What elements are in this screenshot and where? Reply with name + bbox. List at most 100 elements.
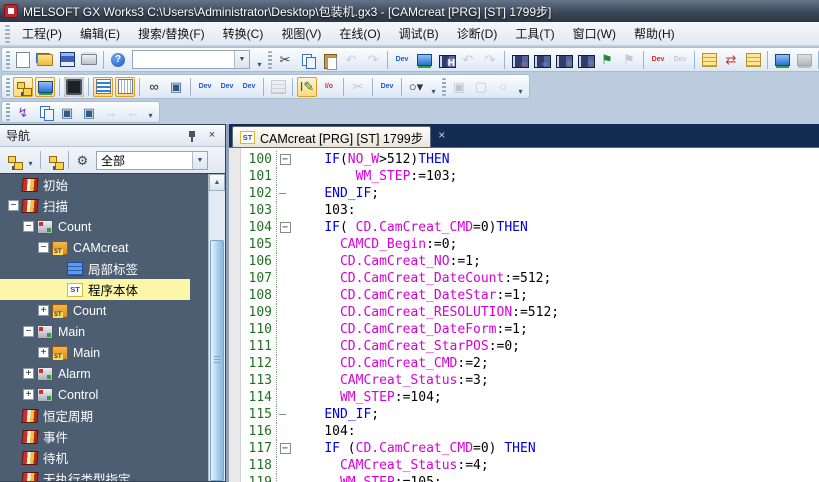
expand-box[interactable]: + <box>38 305 49 316</box>
jump-next-icon[interactable]: → <box>101 102 121 122</box>
menu-window[interactable]: 窗口(W) <box>564 22 625 45</box>
jump-previous-icon[interactable]: ← <box>123 102 143 122</box>
code-line-114[interactable]: 114 WM_STEP:=104; <box>242 389 819 406</box>
code-line-104[interactable]: 104− IF( CD.CamCreat_CMD=0)THEN <box>242 219 819 236</box>
toolbar-drag-handle[interactable] <box>442 78 446 96</box>
open-project-icon[interactable] <box>35 50 55 70</box>
expand-box[interactable]: + <box>38 347 49 358</box>
collapse-all-icon[interactable] <box>45 151 64 170</box>
monitor-window-icon[interactable] <box>414 50 434 70</box>
tree-item-control[interactable]: +Control <box>0 384 225 405</box>
device-display-icon[interactable]: Dev <box>377 77 397 97</box>
undo-icon[interactable]: ↶ <box>341 50 361 70</box>
monitor-start-icon[interactable]: ⚑ <box>597 50 617 70</box>
statement-icon[interactable] <box>699 50 719 70</box>
scrollbar-thumb[interactable] <box>210 240 224 481</box>
snippet-icon[interactable]: ✂ <box>348 77 368 97</box>
module-configuration-icon[interactable] <box>64 77 84 97</box>
find-icon[interactable]: ∞ <box>144 77 164 97</box>
collapse-box[interactable]: − <box>8 200 19 211</box>
code-line-101[interactable]: 101 WM_STEP:=103; <box>242 168 819 185</box>
cross-reference-icon[interactable]: ⇄ <box>721 50 741 70</box>
program-editor-icon[interactable] <box>93 77 113 97</box>
help-icon[interactable] <box>108 50 128 70</box>
code-line-103[interactable]: 103 103: <box>242 202 819 219</box>
remote-stop-icon[interactable] <box>794 50 814 70</box>
device-comment-icon[interactable]: Dev <box>392 50 412 70</box>
connection-destination-icon[interactable] <box>35 77 55 97</box>
code-editor[interactable]: 100− IF(NO_W>512)THEN101 WM_STEP:=103;10… <box>229 147 819 482</box>
scroll-up-button[interactable]: ▲ <box>209 174 225 191</box>
code-line-110[interactable]: 110 CD.CamCreat_DateForm:=1; <box>242 321 819 338</box>
intelligent-function-icon[interactable]: ▣ <box>449 77 469 97</box>
save-project-icon[interactable] <box>57 50 77 70</box>
device-current-value-icon[interactable]: Dev <box>648 50 668 70</box>
device-find-icon[interactable]: Dev <box>195 77 215 97</box>
device-batch-monitor-icon[interactable]: Dev <box>239 77 259 97</box>
tree-item-fixed-cycle[interactable]: 恒定周期 <box>0 405 225 426</box>
expand-box[interactable]: + <box>23 389 34 400</box>
code-line-111[interactable]: 111 CD.CamCreat_StarPOS:=0; <box>242 338 819 355</box>
verify-with-plc-icon[interactable]: ○ <box>553 50 573 70</box>
menu-project[interactable]: 工程(P) <box>13 22 71 45</box>
zoom-select-icon[interactable]: ○▾ <box>406 77 426 97</box>
toolbar1-overflow-button[interactable]: ▾ <box>253 48 266 71</box>
code-line-109[interactable]: 109 CD.CamCreat_RESOLUTION:=512; <box>242 304 819 321</box>
cut-icon[interactable]: ✂ <box>275 50 295 70</box>
expand-box[interactable]: + <box>23 368 34 379</box>
user-library-icon[interactable]: ○ <box>493 77 513 97</box>
menu-convert[interactable]: 转换(C) <box>214 22 273 45</box>
tree-item-alarm[interactable]: +Alarm <box>0 363 225 384</box>
comment-display-icon[interactable] <box>268 77 288 97</box>
toolbar2-overflow-button[interactable]: ▾ <box>427 75 440 98</box>
io-check-icon[interactable]: I/o <box>319 77 339 97</box>
code-line-107[interactable]: 107 CD.CamCreat_DateCount:=512; <box>242 270 819 287</box>
element-selection-icon[interactable] <box>115 77 135 97</box>
collapse-box[interactable]: − <box>23 326 34 337</box>
code-line-105[interactable]: 105 CAMCD_Begin:=0; <box>242 236 819 253</box>
menu-drag-handle[interactable] <box>5 25 10 43</box>
undo-write-icon[interactable]: ↶ <box>458 50 478 70</box>
code-line-118[interactable]: 118 CAMCreat_Status:=4; <box>242 457 819 474</box>
note-icon[interactable] <box>743 50 763 70</box>
tree-display-dropdown[interactable]: ▾ <box>24 151 37 170</box>
toolbar3-overflow-button[interactable]: ▾ <box>144 102 157 122</box>
tree-item-camcreat[interactable]: −CAMcreat <box>0 237 225 258</box>
convert-icon[interactable]: ↯ <box>13 102 33 122</box>
code-line-100[interactable]: 100− IF(NO_W>512)THEN <box>242 151 819 168</box>
fold-collapse-box[interactable]: − <box>280 443 291 454</box>
write-to-plc-icon[interactable]: → <box>509 50 529 70</box>
fold-collapse-box[interactable]: − <box>280 154 291 165</box>
module-tool-icon[interactable]: ▢ <box>471 77 491 97</box>
code-line-113[interactable]: 113 CAMCreat_Status:=3; <box>242 372 819 389</box>
menu-search-replace[interactable]: 搜索/替换(F) <box>129 22 214 45</box>
code-line-115[interactable]: 115 END_IF; <box>242 406 819 423</box>
navigation-window-icon[interactable] <box>13 77 33 97</box>
redo-write-icon[interactable]: ↷ <box>480 50 500 70</box>
program-check-icon[interactable] <box>35 102 55 122</box>
pin-icon[interactable] <box>185 129 199 143</box>
search-combo-dropdown-icon[interactable]: ▼ <box>234 51 249 68</box>
print-icon[interactable] <box>79 50 99 70</box>
paste-icon[interactable] <box>319 50 339 70</box>
code-line-116[interactable]: 116 104: <box>242 423 819 440</box>
tree-item-standby[interactable]: 待机 <box>0 447 225 468</box>
toolbar-drag-handle[interactable] <box>268 51 272 69</box>
tree-item-scan[interactable]: −扫描 <box>0 195 225 216</box>
collapse-box[interactable]: − <box>23 221 34 232</box>
remote-run-icon[interactable] <box>772 50 792 70</box>
copy-icon[interactable] <box>297 50 317 70</box>
navigation-close-icon[interactable]: × <box>205 129 219 143</box>
tab-camcreat[interactable]: ST CAMcreat [PRG] [ST] 1799步 <box>232 126 431 147</box>
toolbar2b-overflow-button[interactable]: ▾ <box>514 75 527 98</box>
tab-close-icon[interactable]: × <box>438 128 445 144</box>
code-line-119[interactable]: 119 WM_STEP:=105; <box>242 474 819 482</box>
tree-filter-combo[interactable]: 全部▼ <box>96 151 208 170</box>
code-line-102[interactable]: 102 END_IF; <box>242 185 819 202</box>
remote-operation-icon[interactable]: ○ <box>575 50 595 70</box>
menu-edit[interactable]: 编辑(E) <box>71 22 129 45</box>
tree-item-event[interactable]: 事件 <box>0 426 225 447</box>
new-project-icon[interactable] <box>13 50 33 70</box>
menu-tool[interactable]: 工具(T) <box>506 22 563 45</box>
fold-collapse-box[interactable]: − <box>280 222 291 233</box>
